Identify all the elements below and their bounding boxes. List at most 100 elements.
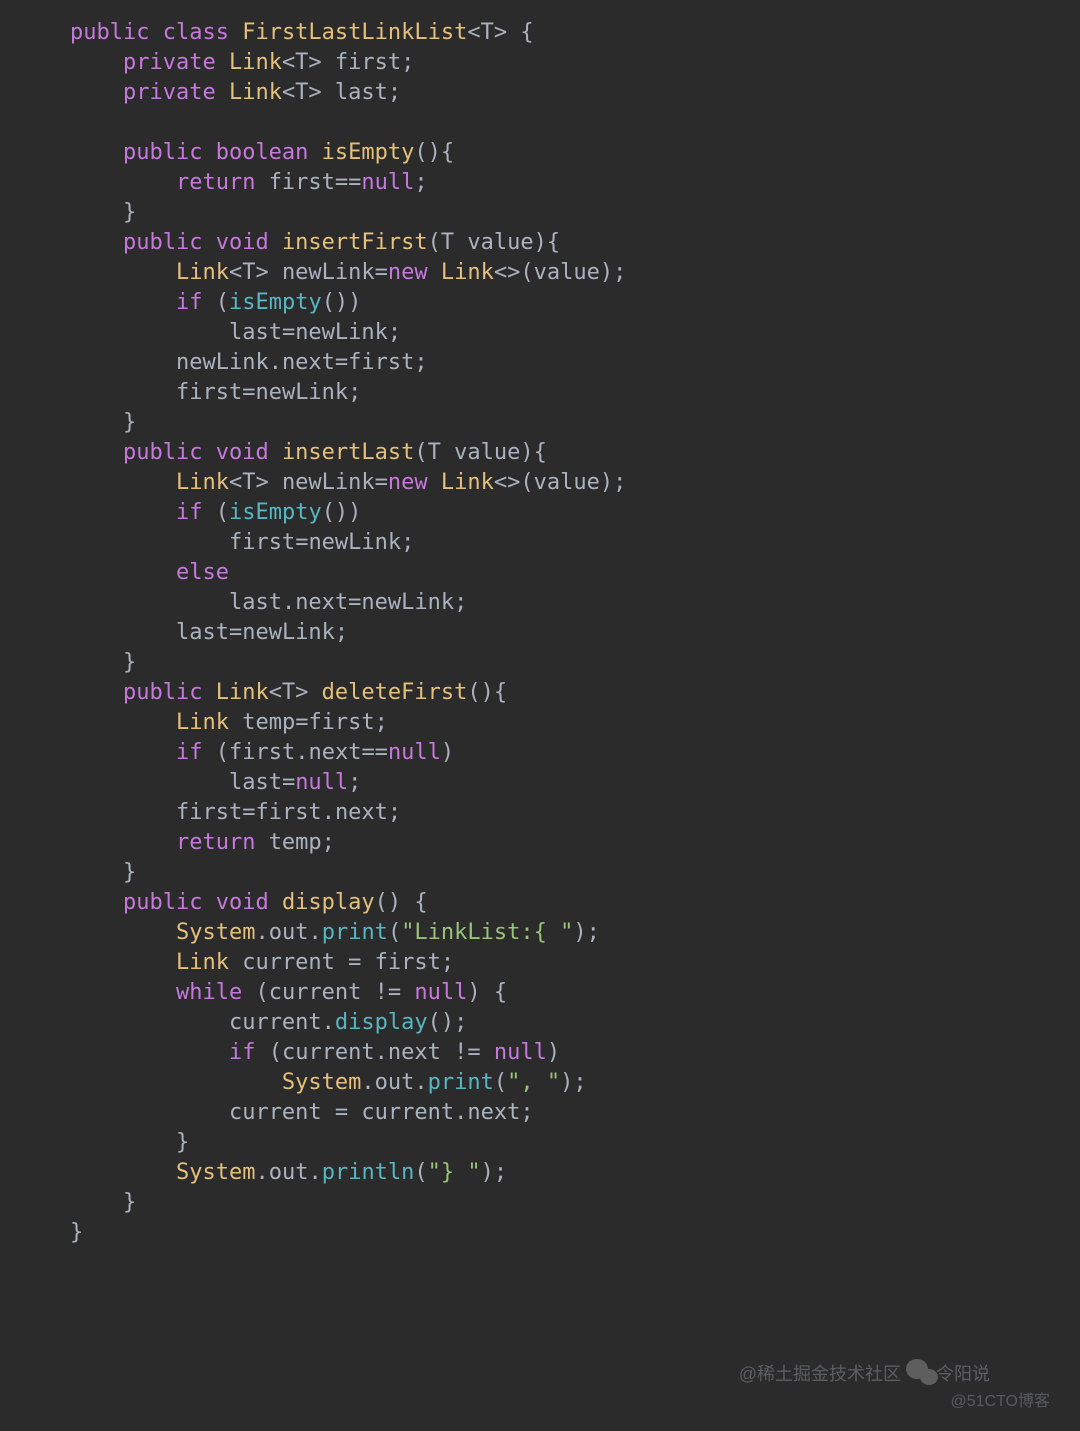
code-token	[70, 170, 176, 195]
code-token: ;	[454, 590, 467, 615]
code-line: newLink.next=first;	[70, 350, 428, 375]
code-token: newLink	[361, 590, 454, 615]
code-token: ;	[401, 530, 414, 555]
code-token: .	[295, 740, 308, 765]
code-token: (	[388, 920, 401, 945]
code-line: last=newLink;	[70, 620, 348, 645]
code-token: temp	[269, 830, 322, 855]
code-token: insertFirst	[282, 230, 428, 255]
code-token: next	[388, 1040, 441, 1065]
code-token: null	[494, 1040, 547, 1065]
code-token	[70, 380, 176, 405]
code-token: current	[269, 980, 362, 1005]
code-token: <T>	[229, 470, 282, 495]
code-token	[70, 350, 176, 375]
code-token: null	[361, 170, 414, 195]
code-token	[70, 710, 176, 735]
code-token: null	[388, 740, 441, 765]
code-token: <T>	[269, 680, 322, 705]
code-line: public Link<T> deleteFirst(){	[70, 680, 507, 705]
code-line: Link current = first;	[70, 950, 454, 975]
code-token: first	[255, 800, 321, 825]
code-token: =	[335, 950, 375, 975]
code-token: first	[348, 350, 414, 375]
code-token: ==	[361, 740, 388, 765]
code-line: Link<T> newLink=new Link<>(value);	[70, 260, 626, 285]
code-token	[70, 530, 229, 555]
code-token: () {	[375, 890, 428, 915]
code-line: }	[70, 650, 136, 675]
code-token: void	[216, 230, 282, 255]
code-token: ())	[322, 290, 362, 315]
code-token: (	[414, 1160, 427, 1185]
code-token: first	[229, 740, 295, 765]
code-token	[70, 680, 123, 705]
code-token: Link	[176, 470, 229, 495]
code-token: insertLast	[282, 440, 414, 465]
code-token: out	[269, 920, 309, 945]
code-token	[70, 920, 176, 945]
code-token: current	[282, 1040, 375, 1065]
code-token: (	[216, 290, 229, 315]
code-token: ==	[335, 170, 362, 195]
code-token: .	[361, 1070, 374, 1095]
code-token: last	[229, 770, 282, 795]
code-token: value	[534, 260, 600, 285]
code-line: }	[70, 410, 136, 435]
code-token: =	[295, 530, 308, 555]
code-line: else	[70, 560, 229, 585]
code-token	[70, 1040, 229, 1065]
code-token: (T	[428, 230, 468, 255]
code-token: current	[229, 1100, 322, 1125]
code-token: ;	[520, 1100, 533, 1125]
code-line: }	[70, 860, 136, 885]
code-token: .	[282, 590, 295, 615]
code-token: return	[176, 830, 269, 855]
code-token: next	[295, 590, 348, 615]
code-token: out	[375, 1070, 415, 1095]
code-token	[70, 470, 176, 495]
code-token: ;	[335, 620, 348, 645]
code-token: (){	[467, 680, 507, 705]
code-token: );	[481, 1160, 508, 1185]
code-token: ;	[388, 320, 401, 345]
code-token: System	[282, 1070, 361, 1095]
code-token: new	[388, 470, 441, 495]
code-line: if (first.next==null)	[70, 740, 454, 765]
code-token: out	[269, 1160, 309, 1185]
code-token: value	[467, 230, 533, 255]
code-token: else	[176, 560, 229, 585]
code-token: newLink	[282, 470, 375, 495]
code-token: print	[322, 920, 388, 945]
code-token: public	[123, 890, 216, 915]
code-token: newLink	[295, 320, 388, 345]
code-token: public	[123, 680, 216, 705]
code-token: =	[282, 770, 295, 795]
code-line: if (current.next != null)	[70, 1040, 560, 1065]
code-token: ;	[348, 770, 361, 795]
code-token: print	[428, 1070, 494, 1095]
code-line: }	[70, 1130, 189, 1155]
code-line: public void insertLast(T value){	[70, 440, 547, 465]
code-token: Link	[229, 80, 282, 105]
code-token: boolean	[216, 140, 322, 165]
code-token: =	[335, 350, 348, 375]
code-line: last=newLink;	[70, 320, 401, 345]
code-token: first	[229, 530, 295, 555]
code-line: if (isEmpty())	[70, 500, 361, 525]
code-line: System.out.print("LinkList:{ ");	[70, 920, 600, 945]
code-token: ())	[322, 500, 362, 525]
code-token: ;	[375, 710, 388, 735]
code-token: .	[322, 1010, 335, 1035]
code-line: first=newLink;	[70, 380, 361, 405]
code-token: ;	[388, 80, 401, 105]
code-token	[70, 950, 176, 975]
code-line: public class FirstLastLinkList<T> {	[70, 20, 534, 45]
code-token: display	[282, 890, 375, 915]
code-token: ;	[388, 800, 401, 825]
code-token: (	[216, 740, 229, 765]
code-token: (	[494, 1070, 507, 1095]
code-token: ;	[441, 950, 454, 975]
code-token: ){	[534, 230, 561, 255]
code-token: current	[361, 1100, 454, 1125]
